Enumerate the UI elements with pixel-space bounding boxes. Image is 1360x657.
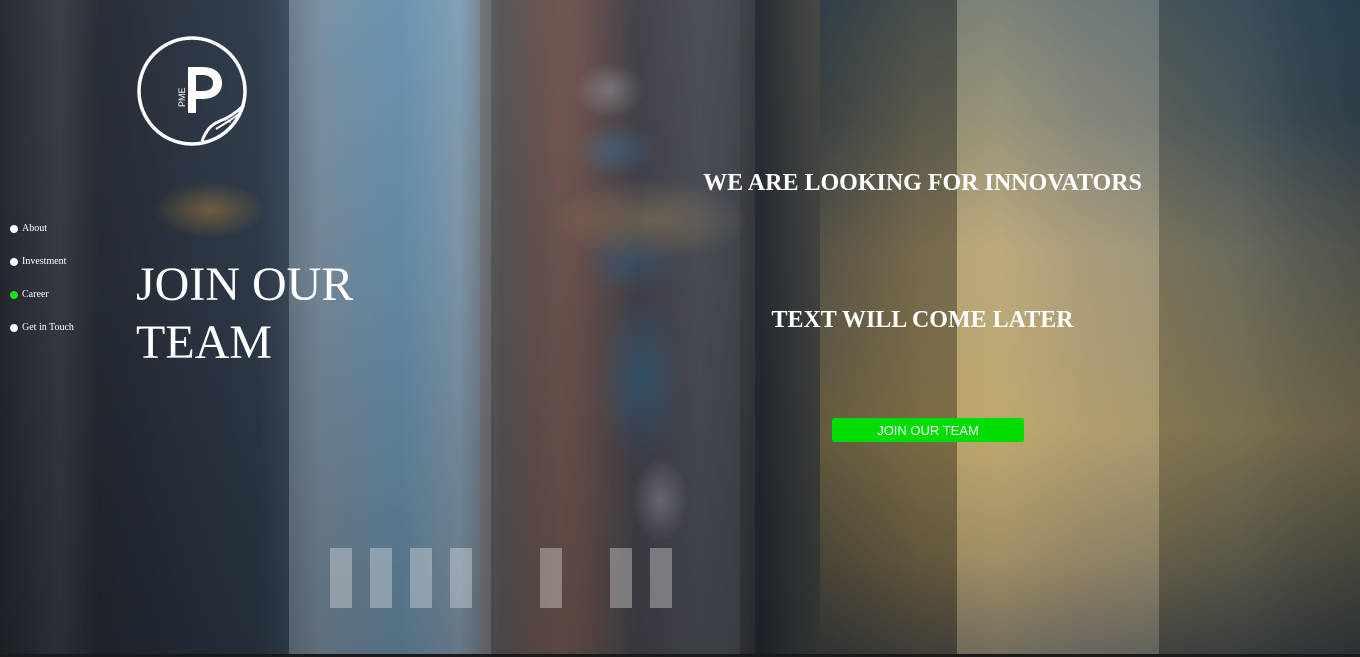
- overlay-column: [1159, 0, 1360, 657]
- nav-item-label: Investment: [22, 256, 67, 267]
- nav-dot-icon: [10, 257, 18, 266]
- nav-item-get-in-touch[interactable]: Get in Touch: [10, 319, 90, 336]
- nav-item-label: Career: [22, 289, 49, 300]
- nav-item-career[interactable]: Career: [10, 286, 90, 303]
- side-navigation: About Investment Career Get in Touch: [10, 220, 90, 352]
- nav-item-investment[interactable]: Investment: [10, 253, 90, 270]
- trademark-mark: TM: [224, 119, 231, 125]
- brand-logo[interactable]: PME TM: [136, 35, 248, 147]
- nav-item-about[interactable]: About: [10, 220, 90, 237]
- logo-letters: PME: [177, 87, 187, 107]
- page: PME TM About Investment Career Get in To…: [0, 0, 1360, 657]
- crosswalk-stripe: [610, 548, 632, 608]
- join-our-team-button[interactable]: JOIN OUR TEAM: [832, 418, 1024, 442]
- logo-icon: PME TM: [137, 36, 247, 146]
- nav-dot-icon: [10, 224, 18, 233]
- hero-tagline: WE ARE LOOKING FOR INNOVATORS: [703, 170, 1142, 196]
- crosswalk-stripe: [650, 548, 672, 608]
- nav-item-label: Get in Touch: [22, 322, 74, 333]
- crosswalk-stripe: [540, 548, 562, 608]
- hero-subtext: TEXT WILL COME LATER: [771, 307, 1074, 333]
- nav-dot-icon: [10, 323, 18, 332]
- nav-item-label: About: [22, 223, 47, 234]
- page-title: JOIN OUR TEAM: [136, 258, 354, 369]
- nav-dot-active-icon: [10, 290, 18, 299]
